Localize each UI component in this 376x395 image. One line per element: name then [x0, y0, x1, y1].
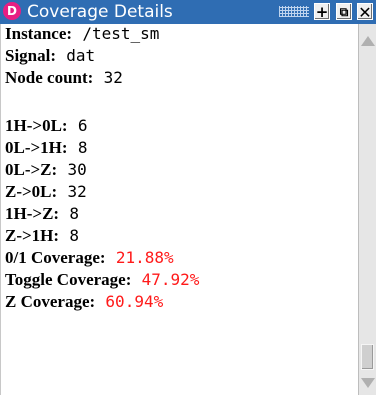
scroll-up-arrow-icon[interactable]	[359, 32, 376, 49]
detail-label: Z->0L:	[5, 182, 58, 201]
detail-line-z-1h: Z->1H: 8	[5, 226, 79, 246]
detail-label: 0/1 Coverage:	[5, 248, 106, 267]
detail-label: Signal:	[5, 46, 57, 65]
detail-label: Toggle Coverage:	[5, 270, 132, 289]
detail-label: Instance:	[5, 24, 73, 43]
detail-value: 8	[69, 204, 79, 223]
detail-label: 0L->Z:	[5, 160, 58, 179]
coverage-value: 21.88%	[115, 248, 174, 267]
detail-line-z-0l: Z->0L: 32	[5, 182, 87, 202]
coverage-details-window: D Coverage Details + ⧉ ✕ Instance: /test…	[0, 0, 376, 395]
scrollbar-thumb[interactable]	[361, 344, 374, 370]
detail-value: 30	[67, 160, 87, 179]
undock-button[interactable]: ⧉	[336, 3, 352, 20]
detail-value: dat	[66, 46, 96, 65]
detail-label: 0L->1H:	[5, 138, 68, 157]
details-panel: Instance: /test_sm Signal: dat Node coun…	[0, 24, 358, 395]
detail-value: 6	[77, 116, 88, 135]
detail-line-01-coverage: 0/1 Coverage: 21.88%	[5, 248, 174, 268]
detail-label: 1H->Z:	[5, 204, 60, 223]
detail-line-1h-z: 1H->Z: 8	[5, 204, 79, 224]
detail-value: 8	[77, 138, 88, 157]
detail-value: /test_sm	[82, 24, 160, 43]
add-button[interactable]: +	[314, 3, 330, 21]
scroll-down-arrow-icon[interactable]	[359, 374, 376, 391]
detail-value: 8	[69, 226, 79, 245]
detail-value: 32	[103, 68, 123, 87]
app-icon: D	[3, 2, 21, 20]
detail-label: 1H->0L:	[5, 116, 68, 135]
detail-line-1h-0l: 1H->0L: 6	[5, 116, 87, 136]
detail-line-0l-1h: 0L->1H: 8	[5, 138, 87, 158]
detail-label: Z Coverage:	[5, 292, 96, 311]
detail-line-0l-z: 0L->Z: 30	[5, 160, 87, 180]
detail-label: Z->1H:	[5, 226, 60, 245]
title-bar[interactable]: D Coverage Details + ⧉ ✕	[0, 0, 376, 24]
window-title: Coverage Details	[27, 2, 173, 22]
close-button[interactable]: ✕	[357, 3, 373, 21]
detail-line-signal: Signal: dat	[5, 46, 95, 66]
detail-line-z-coverage: Z Coverage: 60.94%	[5, 292, 163, 312]
detail-line-toggle-coverage: Toggle Coverage: 47.92%	[5, 270, 199, 290]
detail-label: Node count:	[5, 68, 94, 87]
detail-line-node-count: Node count: 32	[5, 68, 123, 88]
coverage-value: 47.92%	[141, 270, 200, 289]
vertical-scrollbar[interactable]	[358, 24, 376, 395]
detail-value: 32	[67, 182, 87, 201]
drag-grip-icon[interactable]	[279, 6, 309, 17]
coverage-value: 60.94%	[105, 292, 164, 311]
detail-line-instance: Instance: /test_sm	[5, 24, 159, 44]
